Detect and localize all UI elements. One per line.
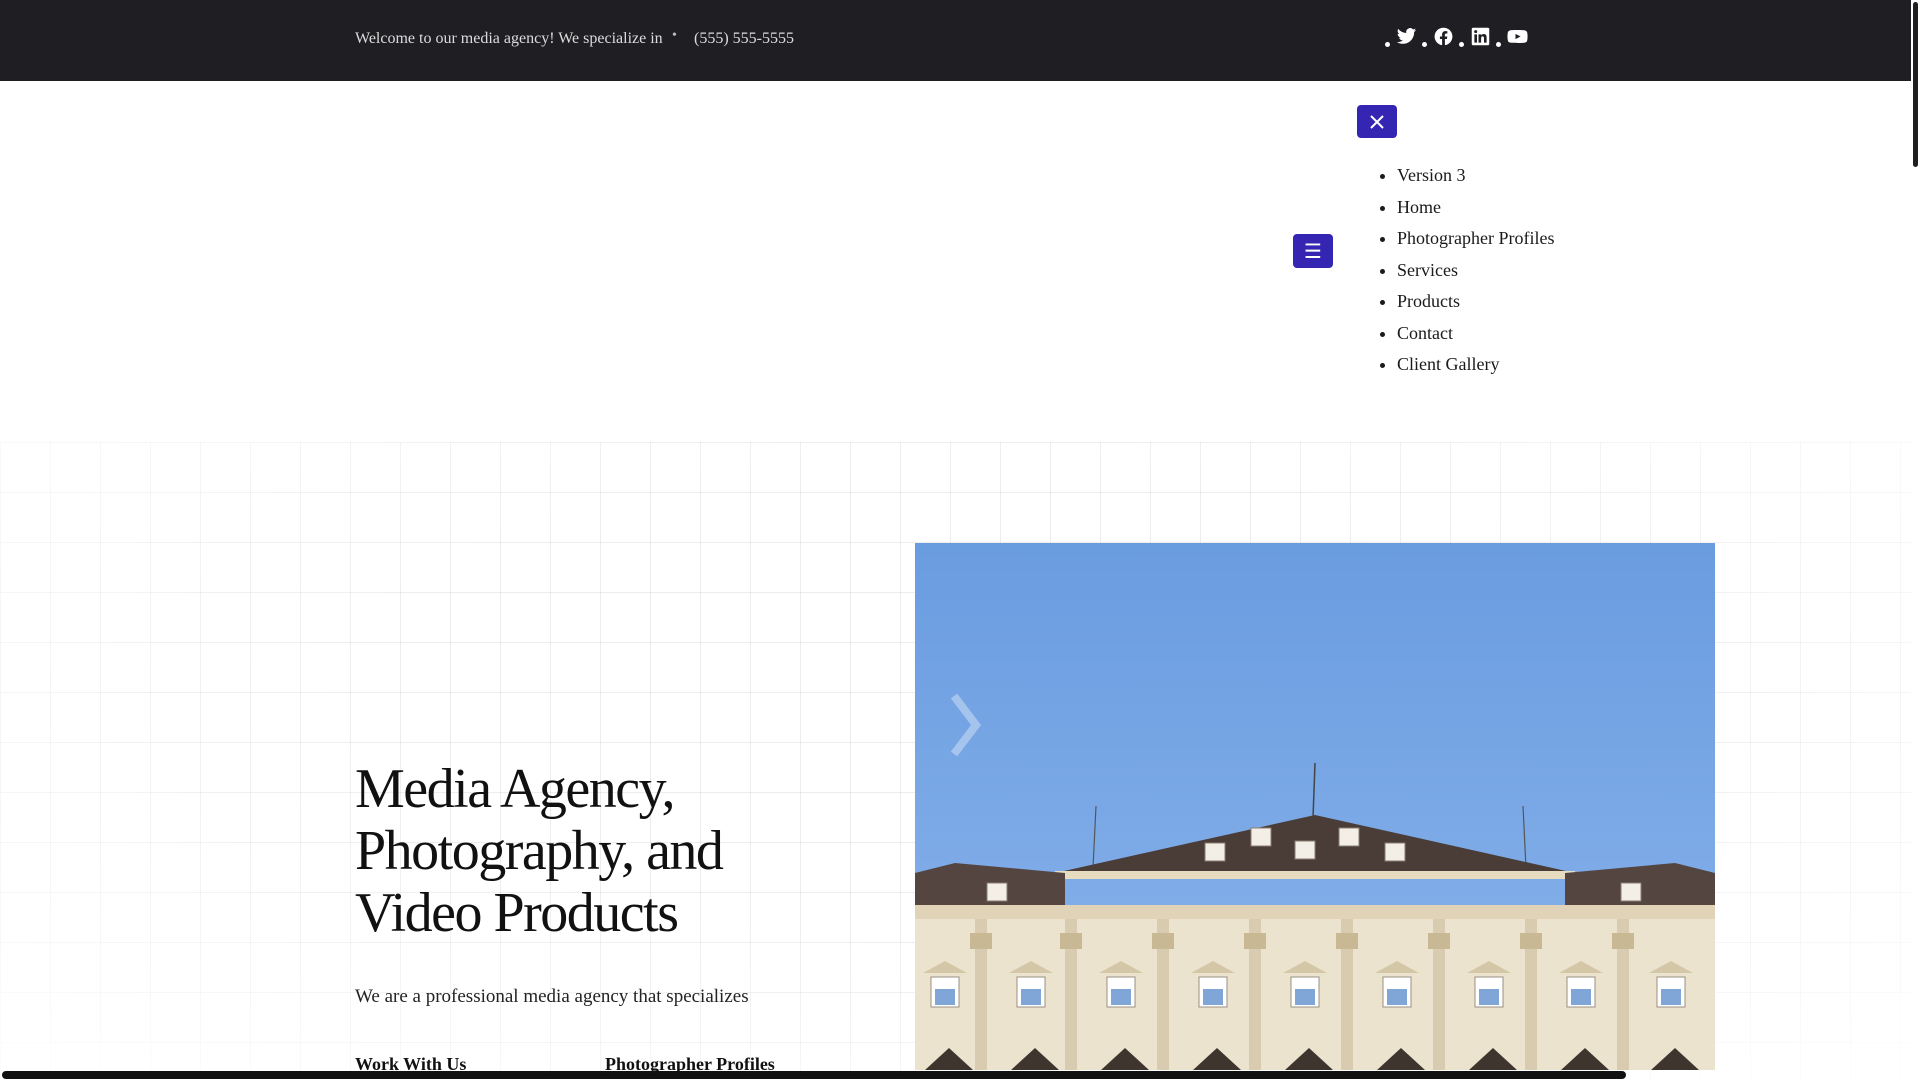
nav-item-contact[interactable]: Contact: [1397, 320, 1554, 352]
hero-title: Media Agency, Photography, and Video Pro…: [355, 758, 805, 944]
facebook-icon[interactable]: [1432, 25, 1454, 47]
close-menu-button[interactable]: [1357, 105, 1397, 138]
main-nav: Version 3 Home Photographer Profiles Ser…: [1397, 162, 1554, 383]
social-dot: [1385, 41, 1390, 47]
nav-item-client-gallery[interactable]: Client Gallery: [1397, 351, 1554, 383]
hero-image: [915, 543, 1715, 1070]
top-bar: Welcome to our media agency! We speciali…: [0, 0, 1911, 81]
hero-title-line: Video Products: [355, 882, 679, 944]
hero-title-line: Photography, and: [355, 820, 724, 882]
horizontal-scrollbar[interactable]: [2, 1071, 1626, 1079]
hero-title-line: Media Agency,: [355, 758, 676, 820]
menu-toggle-button[interactable]: ☰: [1293, 234, 1333, 268]
linkedin-icon[interactable]: [1469, 25, 1491, 47]
close-icon: [1370, 114, 1384, 129]
social-dot: [1459, 41, 1464, 47]
nav-item-version-3[interactable]: Version 3: [1397, 162, 1554, 194]
welcome-text: Welcome to our media agency! We speciali…: [355, 30, 663, 47]
social-dot: [1422, 41, 1427, 47]
youtube-icon[interactable]: [1506, 25, 1528, 47]
twitter-icon[interactable]: [1395, 25, 1417, 47]
vertical-scroll-thumb[interactable]: [1913, 2, 1918, 167]
separator-dot: •: [672, 28, 677, 43]
hamburger-icon: ☰: [1304, 239, 1322, 263]
nav-item-products[interactable]: Products: [1397, 288, 1554, 320]
nav-item-home[interactable]: Home: [1397, 194, 1554, 226]
social-links: [1380, 24, 1528, 48]
nav-item-services[interactable]: Services: [1397, 257, 1554, 289]
nav-item-photographer-profiles[interactable]: Photographer Profiles: [1397, 225, 1554, 257]
social-dot: [1496, 41, 1501, 47]
hero-subtitle: We are a professional media agency that …: [355, 986, 749, 1007]
slider-next-arrow[interactable]: [948, 690, 982, 760]
vertical-scrollbar[interactable]: [1911, 0, 1920, 1080]
chevron-right-icon: [950, 693, 982, 757]
phone-number[interactable]: (555) 555-5555: [694, 30, 794, 48]
